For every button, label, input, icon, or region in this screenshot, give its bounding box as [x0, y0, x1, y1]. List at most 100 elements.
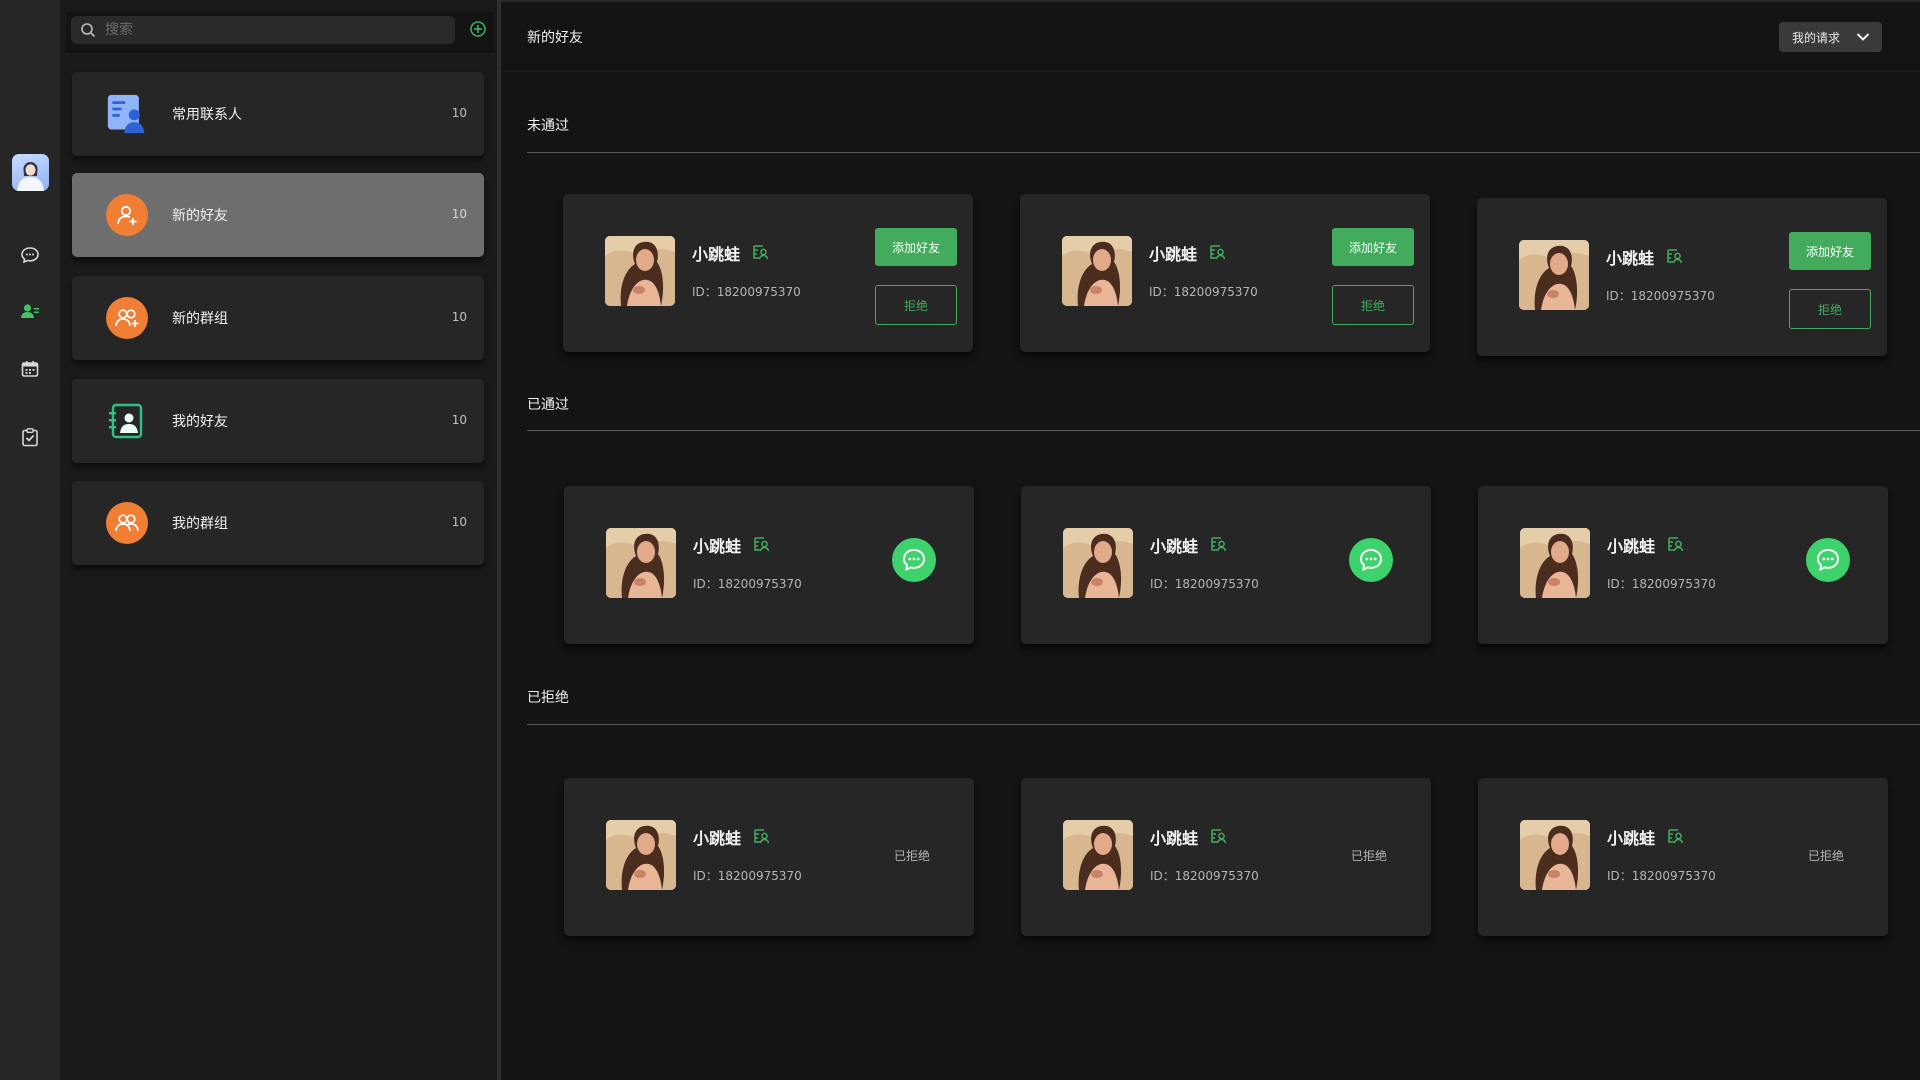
add-friend-button[interactable]: 添加好友	[1332, 228, 1414, 266]
contact-id: ID：18200975370	[1149, 285, 1258, 299]
contact-item-count: 10	[451, 106, 467, 120]
page-title: 新的好友	[527, 30, 583, 46]
status-rejected: 已拒绝	[894, 849, 931, 863]
id-card-icon	[1668, 537, 1684, 552]
search-bar	[66, 12, 494, 52]
contact-item-my-groups[interactable]: 我的群组 10	[72, 481, 484, 565]
search-icon	[81, 23, 96, 38]
chat-button[interactable]	[1349, 538, 1393, 582]
section-title-approved: 已通过	[527, 397, 569, 413]
request-card: 小跳蛙 ID：18200975370 添加好友 拒绝	[1477, 198, 1887, 356]
contact-item-label: 新的好友	[172, 208, 228, 224]
contacts-icon[interactable]	[18, 299, 42, 323]
section-divider	[527, 430, 1920, 431]
contact-item-count: 10	[451, 515, 467, 529]
new-friend-icon	[106, 194, 148, 236]
contact-id: ID：18200975370	[1150, 577, 1259, 591]
id-card-icon	[1668, 829, 1684, 844]
message-bubble-icon	[1816, 548, 1840, 572]
contact-name: 小跳蛙	[692, 245, 741, 264]
contact-name: 小跳蛙	[1607, 537, 1656, 556]
avatar	[606, 528, 676, 598]
avatar	[1520, 528, 1590, 598]
chat-icon[interactable]	[18, 243, 42, 267]
contacts-card-icon	[106, 93, 148, 135]
my-groups-icon	[106, 502, 148, 544]
id-card-icon	[754, 537, 770, 552]
calendar-icon[interactable]	[18, 357, 42, 381]
main-content: 新的好友 我的请求 未通过 小跳蛙 ID：18200975370 添加好友 拒绝…	[501, 0, 1920, 1080]
chat-button[interactable]	[892, 538, 936, 582]
contact-name: 小跳蛙	[1150, 537, 1199, 556]
friend-card: 小跳蛙 ID：18200975370	[564, 486, 974, 644]
reject-button[interactable]: 拒绝	[875, 285, 957, 325]
contact-id: ID：18200975370	[693, 869, 802, 883]
search-input[interactable]	[105, 16, 445, 44]
avatar	[1063, 528, 1133, 598]
my-friends-icon	[106, 400, 148, 442]
contact-name: 小跳蛙	[1149, 245, 1198, 264]
contact-name: 小跳蛙	[1150, 829, 1199, 848]
reject-button[interactable]: 拒绝	[1789, 289, 1871, 329]
rejected-card: 小跳蛙 ID：18200975370 已拒绝	[564, 778, 974, 936]
add-circle-icon[interactable]	[468, 19, 488, 39]
contact-item-frequent[interactable]: 常用联系人 10	[72, 72, 484, 156]
add-friend-button[interactable]: 添加好友	[1789, 232, 1871, 270]
id-card-icon	[1211, 537, 1227, 552]
request-card: 小跳蛙 ID：18200975370 添加好友 拒绝	[1020, 194, 1430, 352]
contact-item-count: 10	[451, 413, 467, 427]
id-card-icon	[754, 829, 770, 844]
contact-name: 小跳蛙	[693, 829, 742, 848]
contact-item-my-friends[interactable]: 我的好友 10	[72, 379, 484, 463]
status-rejected: 已拒绝	[1351, 849, 1388, 863]
contact-item-count: 10	[451, 207, 467, 221]
avatar	[606, 820, 676, 890]
user-avatar[interactable]	[12, 154, 49, 191]
contact-id: ID：18200975370	[692, 285, 801, 299]
section-title-pending: 未通过	[527, 118, 569, 134]
search-box[interactable]	[71, 16, 455, 44]
section-divider	[527, 152, 1920, 153]
rejected-card: 小跳蛙 ID：18200975370 已拒绝	[1478, 778, 1888, 936]
top-border	[501, 0, 1920, 2]
dropdown-label: 我的请求	[1792, 30, 1841, 45]
contact-name: 小跳蛙	[693, 537, 742, 556]
contact-item-label: 新的群组	[172, 311, 228, 327]
contact-item-new-groups[interactable]: 新的群组 10	[72, 276, 484, 360]
contact-id: ID：18200975370	[693, 577, 802, 591]
contact-id: ID：18200975370	[1607, 869, 1716, 883]
section-title-rejected: 已拒绝	[527, 690, 569, 706]
contact-id: ID：18200975370	[1607, 577, 1716, 591]
contact-item-label: 我的群组	[172, 516, 228, 532]
contact-name: 小跳蛙	[1606, 249, 1655, 268]
avatar	[1519, 240, 1589, 310]
section-divider	[527, 724, 1920, 725]
rejected-card: 小跳蛙 ID：18200975370 已拒绝	[1021, 778, 1431, 936]
add-friend-button[interactable]: 添加好友	[875, 228, 957, 266]
contact-item-count: 10	[451, 310, 467, 324]
avatar	[1063, 820, 1133, 890]
message-bubble-icon	[1359, 548, 1383, 572]
avatar	[1520, 820, 1590, 890]
my-requests-dropdown[interactable]: 我的请求	[1779, 22, 1882, 52]
friend-card: 小跳蛙 ID：18200975370	[1021, 486, 1431, 644]
avatar	[605, 236, 675, 306]
friend-card: 小跳蛙 ID：18200975370	[1478, 486, 1888, 644]
contact-id: ID：18200975370	[1606, 289, 1715, 303]
contact-panel: 常用联系人 10 新的好友 10 新的群组 10 我的好友 10 我的群组 10	[60, 0, 497, 1080]
contact-item-label: 常用联系人	[172, 107, 242, 123]
new-group-icon	[106, 297, 148, 339]
chat-button[interactable]	[1806, 538, 1850, 582]
contact-name: 小跳蛙	[1607, 829, 1656, 848]
contact-id: ID：18200975370	[1150, 869, 1259, 883]
request-card: 小跳蛙 ID：18200975370 添加好友 拒绝	[563, 194, 973, 352]
reject-button[interactable]: 拒绝	[1332, 285, 1414, 325]
id-card-icon	[1667, 249, 1683, 264]
message-bubble-icon	[902, 548, 926, 572]
contact-item-new-friends[interactable]: 新的好友 10	[72, 173, 484, 257]
task-clipboard-icon[interactable]	[18, 425, 42, 449]
nav-rail	[0, 0, 60, 1080]
status-rejected: 已拒绝	[1808, 849, 1845, 863]
contact-item-label: 我的好友	[172, 414, 228, 430]
avatar	[1062, 236, 1132, 306]
